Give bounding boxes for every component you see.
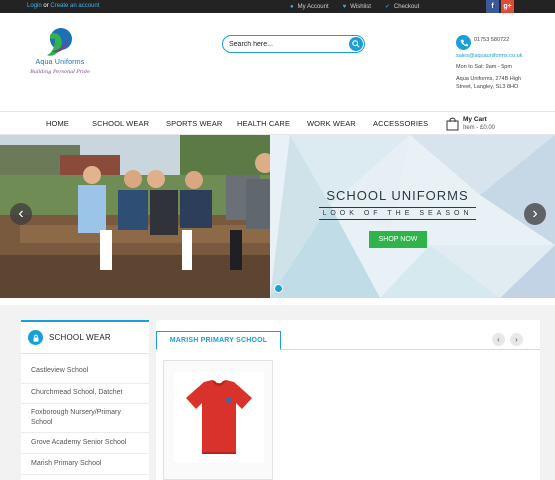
site-logo[interactable]: Aqua Uniforms Building Personal Pride (28, 27, 92, 81)
nav-sports-wear[interactable]: SPORTS WEAR (166, 119, 222, 128)
lock-icon (28, 330, 43, 345)
divider (21, 474, 149, 475)
logo-mark-icon (47, 28, 72, 56)
user-icon: ● (290, 3, 294, 10)
children-photo (0, 135, 290, 298)
cart-title: My Cart (463, 116, 487, 123)
check-icon: ✓ (384, 4, 390, 10)
facebook-icon[interactable]: f (486, 0, 499, 13)
create-account-link[interactable]: Create an account (50, 3, 99, 9)
products-prev-button[interactable]: ‹ (492, 333, 505, 346)
sidebar-item-grove-academy[interactable]: Grove Academy Senior School (31, 438, 143, 448)
opening-hours: Mon to Sat: 9am - 5pm (456, 64, 512, 70)
divider (21, 403, 149, 404)
address-line-2: Street, Langley, SL3 8HO (456, 84, 519, 90)
wishlist-label: Wishlist (350, 3, 371, 10)
my-account-link[interactable]: ● My Account (290, 3, 329, 10)
shopping-bag-icon (446, 117, 459, 131)
heart-icon: ♥ (342, 3, 347, 10)
products-next-button[interactable]: › (510, 333, 523, 346)
divider (21, 453, 149, 454)
cart-total: Item - £0.00 (463, 125, 496, 131)
chevron-right-icon: › (532, 205, 538, 222)
sidebar-header: SCHOOL WEAR (21, 322, 149, 354)
tab-marish-primary[interactable]: MARISH PRIMARY SCHOOL (156, 331, 281, 350)
checkout-label: Checkout (393, 3, 420, 10)
login-link[interactable]: Login (27, 3, 42, 9)
category-sidebar: SCHOOL WEAR Castleview School Churchmead… (21, 320, 149, 480)
red-polo-shirt-image (174, 372, 264, 462)
divider (21, 383, 149, 384)
address-line-1: Aqua Uniforms, 274B High (456, 76, 522, 82)
nav-work-wear[interactable]: WORK WEAR (307, 119, 356, 128)
search-icon (352, 40, 360, 48)
slider-next-button[interactable]: › (524, 203, 546, 225)
sidebar-item-marish[interactable]: Marish Primary School (31, 459, 143, 469)
search-button[interactable] (349, 37, 363, 51)
nav-school-wear[interactable]: SCHOOL WEAR (92, 119, 149, 128)
search-box (222, 35, 365, 53)
chevron-left-icon: ‹ (497, 335, 500, 344)
top-links: ● My Account ♥ Wishlist ✓ Checkout (290, 3, 420, 11)
chevron-right-icon: › (515, 335, 518, 344)
google-plus-icon[interactable]: g+ (501, 0, 514, 13)
main-nav: HOME SCHOOL WEAR SPORTS WEAR HEALTH CARE… (0, 111, 555, 135)
sidebar-item-castleview[interactable]: Castleview School (31, 366, 143, 376)
account-links: Login or Create an account (27, 3, 99, 9)
search-input[interactable] (229, 38, 339, 50)
phone-icon (456, 35, 471, 50)
nav-accessories[interactable]: ACCESSORIES (373, 119, 428, 128)
product-card[interactable] (163, 360, 273, 480)
phone-number: 01753 580722 (474, 37, 510, 43)
slider-dot[interactable] (274, 284, 283, 293)
banner-subtitle: LOOK OF THE SEASON (319, 207, 476, 220)
top-bar: Login or Create an account ● My Account … (0, 0, 555, 13)
shop-now-button[interactable]: SHOP NOW (369, 231, 427, 248)
banner-title: SCHOOL UNIFORMS (326, 188, 469, 203)
product-panel: MARISH PRIMARY SCHOOL ‹ › (156, 320, 540, 480)
sidebar-item-churchmead[interactable]: Churchmead School, Datchet (31, 388, 143, 398)
my-account-label: My Account (297, 3, 329, 10)
divider (21, 432, 149, 433)
brand-name: Aqua Uniforms (35, 59, 85, 66)
nav-home[interactable]: HOME (46, 119, 69, 128)
checkout-link[interactable]: ✓ Checkout (384, 3, 420, 11)
chevron-left-icon: ‹ (18, 205, 24, 222)
sidebar-title: SCHOOL WEAR (49, 333, 111, 342)
email-link[interactable]: sales@aquauniforms.co.uk (456, 52, 522, 60)
sidebar-item-foxborough[interactable]: Foxborough Nursery/Primary School (31, 408, 143, 428)
slider-prev-button[interactable]: ‹ (10, 203, 32, 225)
brand-tagline: Building Personal Pride (30, 69, 90, 75)
nav-health-care[interactable]: HEALTH CARE (237, 119, 290, 128)
social-links: f g+ (486, 0, 514, 13)
wishlist-link[interactable]: ♥ Wishlist (343, 3, 371, 10)
